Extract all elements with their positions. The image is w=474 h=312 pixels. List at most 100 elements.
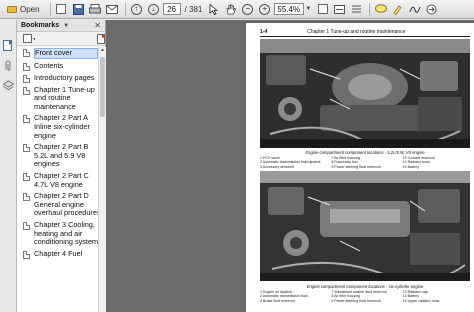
- bookmark-label: Chapter 3 Cooling, heating and air condi…: [34, 219, 102, 247]
- legend-entry: 15 Battery: [402, 164, 420, 169]
- bookmark-item-introductory-pages[interactable]: Introductory pages: [17, 73, 106, 85]
- bookmark-list-scrollbar[interactable]: ▲: [98, 47, 106, 312]
- bookmark-item-chapter-4[interactable]: Chapter 4 Fuel: [17, 249, 106, 261]
- share-icon: [426, 4, 437, 14]
- zoom-in-button[interactable]: +: [257, 2, 272, 17]
- toolbar-divider: [124, 2, 126, 16]
- main-toolbar: Open ↑ ↓ 26 / 381 − + 55.4% ▼: [0, 0, 474, 19]
- zoom-out-button[interactable]: −: [240, 2, 255, 17]
- figure-caption-v8: Engine compartment component locations -…: [305, 150, 425, 155]
- save-icon: [72, 3, 84, 15]
- scrollbar-thumb[interactable]: [100, 57, 105, 117]
- bookmark-item-chapter-2b[interactable]: Chapter 2 Part B 5.2L and 5.9 V8 engines: [17, 142, 106, 171]
- hand-tool-button[interactable]: [223, 2, 238, 17]
- previous-page-button[interactable]: ↑: [129, 2, 144, 17]
- highlight-button[interactable]: [390, 2, 405, 17]
- cursor-icon: [209, 3, 219, 15]
- bookmark-label: Chapter 2 Part C 4.7L V8 engine: [34, 170, 89, 189]
- comment-icon: [374, 4, 387, 13]
- envelope-icon: [106, 4, 119, 14]
- arrow-up-icon: ↑: [130, 3, 142, 15]
- new-bookmark-icon[interactable]: [96, 33, 105, 44]
- toolbar-divider: [369, 2, 371, 16]
- pdf-page: 1-4 Chapter 1 Tune-up and routine mainte…: [246, 23, 474, 312]
- fit-width-icon: [334, 4, 346, 14]
- bookmark-page-icon: [23, 62, 30, 71]
- page-running-header: 1-4 Chapter 1 Tune-up and routine mainte…: [260, 29, 470, 37]
- bookmark-options-icon[interactable]: [23, 33, 35, 44]
- engine-photo-v8: [260, 39, 470, 148]
- bookmark-label: Contents: [34, 60, 64, 70]
- plus-icon: +: [259, 3, 271, 15]
- open-button[interactable]: Open: [2, 2, 45, 17]
- navigation-rail: [0, 20, 17, 312]
- bookmark-item-chapter-3[interactable]: Chapter 3 Cooling, heating and air condi…: [17, 220, 106, 249]
- document-viewer[interactable]: 1-4 Chapter 1 Tune-up and routine mainte…: [106, 20, 474, 312]
- figure-legend-six-cylinder: 1 Engine oil dipstick 7 Windshield washe…: [260, 290, 470, 303]
- share-button[interactable]: [424, 2, 439, 17]
- bookmark-item-chapter-2c[interactable]: Chapter 2 Part C 4.7L V8 engine: [17, 171, 106, 191]
- legend-entry: 9 Power steering fluid reservoir: [331, 164, 381, 169]
- attachment-paperclip-icon[interactable]: [3, 60, 14, 71]
- figure-legend-v8: 1 PCV valve 7 Air filter housing 13 Cool…: [260, 156, 470, 169]
- sign-button[interactable]: [407, 2, 422, 17]
- legend-entry: 3 Accessory drivebelt: [260, 164, 294, 169]
- zoom-level-input[interactable]: 55.4%: [274, 3, 305, 15]
- minus-icon: −: [242, 3, 254, 15]
- bookmark-item-chapter-2a[interactable]: Chapter 2 Part A Inline six-cylinder eng…: [17, 113, 106, 142]
- hand-icon: [226, 4, 237, 14]
- create-pdf-icon: [56, 4, 67, 14]
- bookmark-page-icon: [23, 115, 30, 124]
- legend-entry: 3 Brake fluid reservoir: [260, 298, 295, 303]
- bookmark-label: Chapter 4 Fuel: [34, 248, 83, 258]
- read-mode-button[interactable]: [349, 2, 364, 17]
- engine-compartment-image: [260, 39, 470, 148]
- bookmark-label: Chapter 1 Tune-up and routine maintenanc…: [34, 84, 95, 111]
- print-icon: [89, 3, 102, 13]
- engine-compartment-image: [260, 171, 470, 281]
- save-button[interactable]: [71, 2, 86, 17]
- bookmark-label: Front cover: [34, 48, 98, 59]
- page-number-input[interactable]: 26: [162, 3, 181, 15]
- legend-entry: 9 Power steering fluid reservoir: [331, 298, 381, 303]
- bookmark-item-chapter-2d[interactable]: Chapter 2 Part D General engine overhaul…: [17, 191, 106, 220]
- bookmark-item-front-cover[interactable]: Front cover: [17, 47, 106, 61]
- bookmark-label: Chapter 2 Part A Inline six-cylinder eng…: [34, 113, 90, 140]
- bookmark-page-icon: [23, 49, 30, 57]
- print-button[interactable]: [88, 2, 103, 17]
- folder-icon: [7, 5, 17, 13]
- bookmark-page-icon: [23, 86, 30, 95]
- running-title: Chapter 1 Tune-up and routine maintenanc…: [307, 29, 406, 35]
- bookmark-page-icon: [23, 221, 30, 230]
- sign-icon: [409, 6, 421, 13]
- bookmark-page-icon: [23, 144, 30, 153]
- bookmarks-panel-header: Bookmarks ▼ ✕: [17, 20, 105, 32]
- next-page-button[interactable]: ↓: [146, 2, 161, 17]
- bookmark-item-contents[interactable]: Contents: [17, 61, 106, 73]
- page-total: / 381: [184, 4, 203, 14]
- select-tool-button[interactable]: [206, 2, 221, 17]
- bookmark-item-chapter-1[interactable]: Chapter 1 Tune-up and routine maintenanc…: [17, 85, 106, 114]
- close-panel-icon[interactable]: ✕: [94, 21, 101, 30]
- bookmark-page-icon: [23, 193, 30, 202]
- page-number-label: 1-4: [260, 29, 268, 35]
- layers-icon[interactable]: [3, 80, 14, 91]
- fit-width-button[interactable]: [332, 2, 347, 17]
- email-button[interactable]: [105, 2, 120, 17]
- bookmark-label: Chapter 2 Part B 5.2L and 5.9 V8 engines: [34, 142, 89, 169]
- create-pdf-button[interactable]: [54, 2, 69, 17]
- bookmark-panel-icon[interactable]: [3, 40, 14, 51]
- engine-photo-six-cylinder: [260, 171, 470, 281]
- fit-page-icon: [317, 4, 328, 14]
- panel-options-chevron-icon[interactable]: ▼: [63, 23, 69, 29]
- figure-caption-six-cylinder: Engine compartment component locations -…: [306, 284, 424, 289]
- bookmark-list: Front cover Contents Introductory pages …: [17, 47, 106, 312]
- zoom-dropdown-chevron-icon[interactable]: ▼: [305, 6, 311, 12]
- bookmark-label: Introductory pages: [34, 72, 95, 82]
- bookmarks-panel-title: Bookmarks: [21, 22, 60, 29]
- fit-page-button[interactable]: [315, 2, 330, 17]
- scroll-up-arrow-icon[interactable]: ▲: [99, 47, 106, 55]
- read-mode-icon: [352, 5, 362, 12]
- comment-button[interactable]: [373, 2, 388, 17]
- open-label: Open: [20, 4, 40, 14]
